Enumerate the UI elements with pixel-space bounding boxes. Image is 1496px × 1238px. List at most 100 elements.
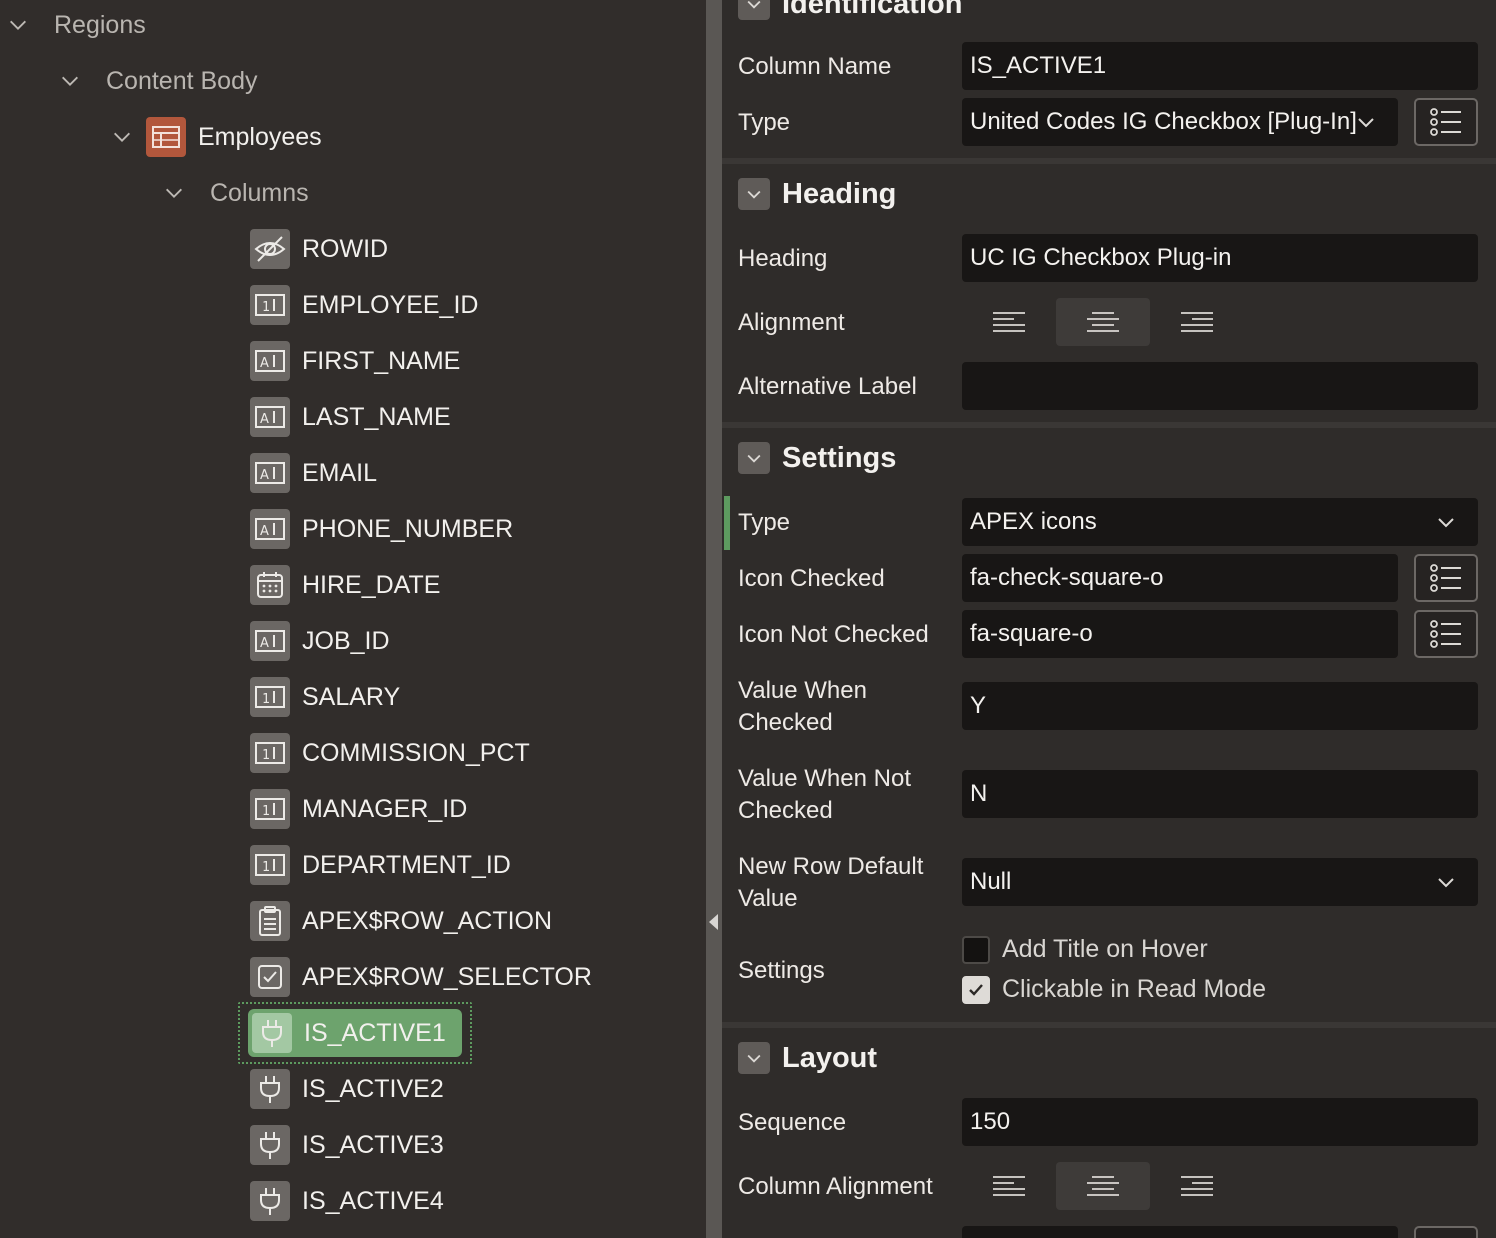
svg-text:1: 1 <box>262 692 270 707</box>
new-row-default-select[interactable]: Null <box>962 858 1478 906</box>
column-alignment-label: Column Alignment <box>738 1173 933 1200</box>
tree-node-label: HIRE_DATE <box>302 570 441 599</box>
plugin-icon <box>250 1181 290 1221</box>
tree-node-column[interactable]: IS_ACTIVE2 <box>250 1065 444 1113</box>
tree-node-content-body[interactable]: Content Body <box>56 57 258 105</box>
clickable-in-read-mode-option[interactable]: Clickable in Read Mode <box>962 975 1266 1004</box>
tree-node-column[interactable]: A EMAIL <box>250 449 377 497</box>
column-name-label: Column Name <box>738 53 892 80</box>
alternative-label-input[interactable] <box>962 362 1478 410</box>
next-property-input[interactable] <box>962 1226 1398 1238</box>
tree-node-employees-region[interactable]: Employees <box>108 113 322 161</box>
icon-checked-lov-button[interactable] <box>1414 554 1478 602</box>
panel-splitter[interactable] <box>706 0 722 1238</box>
svg-text:A: A <box>260 636 269 651</box>
icon-not-checked-label: Icon Not Checked <box>738 621 929 648</box>
icon-not-checked-lov-button[interactable] <box>1414 610 1478 658</box>
chevron-down-icon[interactable] <box>108 123 136 151</box>
tree-node-regions[interactable]: Regions <box>4 1 146 49</box>
tree-node-column[interactable]: 1 EMPLOYEE_ID <box>250 281 478 329</box>
tree-node-columns[interactable]: Columns <box>160 169 309 217</box>
svg-text:1: 1 <box>262 300 270 315</box>
section-layout[interactable]: Layout <box>722 1026 1496 1090</box>
tree-node-column[interactable]: ROWID <box>250 225 388 273</box>
section-settings[interactable]: Settings <box>722 426 1496 490</box>
tree-node-column[interactable]: 1 COMMISSION_PCT <box>250 729 530 777</box>
section-identification[interactable]: Identification <box>722 0 1496 36</box>
align-center-icon <box>1087 1176 1119 1196</box>
value-when-not-checked-input[interactable]: N <box>962 770 1478 818</box>
tree-node-column[interactable]: 1 SALARY <box>250 673 400 721</box>
icon-not-checked-input[interactable]: fa-square-o <box>962 610 1398 658</box>
label-line: Value When <box>738 677 867 704</box>
add-title-checkbox[interactable] <box>962 935 990 964</box>
row-action-icon <box>250 901 290 941</box>
component-tree: Regions Content Body Employees Columns R… <box>0 0 706 1238</box>
tree-node-column[interactable]: 1 MANAGER_ID <box>250 785 467 833</box>
chevron-down-icon[interactable] <box>4 11 32 39</box>
type-select-value: United Codes IG Checkbox [Plug-In] <box>970 108 1357 135</box>
interactive-grid-icon <box>146 117 186 157</box>
chevron-down-icon[interactable] <box>738 178 770 210</box>
tree-node-column[interactable]: IS_ACTIVE1 <box>238 1002 472 1064</box>
value-when-checked-input[interactable]: Y <box>962 682 1478 730</box>
clickable-checkbox[interactable] <box>962 975 990 1004</box>
section-title: Settings <box>782 441 897 474</box>
align-right-icon <box>1181 1176 1213 1196</box>
icon-checked-value: fa-check-square-o <box>970 564 1164 591</box>
plugin-icon <box>250 1125 290 1165</box>
current-property-indicator <box>724 496 730 550</box>
tree-node-column[interactable]: HIRE_DATE <box>250 561 440 609</box>
sequence-value: 150 <box>970 1108 1011 1135</box>
tree-node-label: FIRST_NAME <box>302 346 461 375</box>
align-right-button[interactable] <box>1150 298 1244 346</box>
tree-node-column[interactable]: APEX$ROW_ACTION <box>250 897 552 945</box>
tree-node-label: EMAIL <box>302 458 378 487</box>
align-center-button[interactable] <box>1056 298 1150 346</box>
plugin-icon <box>252 1013 292 1053</box>
chevron-down-icon[interactable] <box>160 179 188 207</box>
align-left-button[interactable] <box>962 298 1056 346</box>
tree-node-label: COMMISSION_PCT <box>302 738 530 767</box>
chevron-down-icon[interactable] <box>738 0 770 20</box>
text-field-icon: A <box>250 397 290 437</box>
tree-node-column[interactable]: A LAST_NAME <box>250 393 451 441</box>
tree-node-column[interactable]: 1 DEPARTMENT_ID <box>250 841 511 889</box>
tree-node-column[interactable]: A JOB_ID <box>250 617 390 665</box>
tree-node-column[interactable]: A FIRST_NAME <box>250 337 460 385</box>
icon-checked-input[interactable]: fa-check-square-o <box>962 554 1398 602</box>
chevron-down-icon[interactable] <box>56 67 84 95</box>
next-property-lov-button[interactable] <box>1414 1226 1478 1238</box>
svg-text:A: A <box>260 468 269 483</box>
settings-type-value: APEX icons <box>970 508 1097 535</box>
column-name-input[interactable]: IS_ACTIVE1 <box>962 42 1478 90</box>
chevron-down-icon[interactable] <box>738 442 770 474</box>
svg-text:1: 1 <box>262 804 270 819</box>
plugin-icon <box>250 1069 290 1109</box>
tree-node-label: ROWID <box>302 234 389 263</box>
align-left-button[interactable] <box>962 1162 1056 1210</box>
heading-input[interactable]: UC IG Checkbox Plug-in <box>962 234 1478 282</box>
add-title-on-hover-option[interactable]: Add Title on Hover <box>962 935 1208 964</box>
icon-checked-label: Icon Checked <box>738 565 885 592</box>
heading-label: Heading <box>738 245 828 272</box>
align-center-button[interactable] <box>1056 1162 1150 1210</box>
tree-node-label: Regions <box>54 10 146 39</box>
list-of-values-button[interactable] <box>1414 98 1478 146</box>
text-field-icon: A <box>250 341 290 381</box>
type-select[interactable]: United Codes IG Checkbox [Plug-In] <box>962 98 1398 146</box>
settings-type-select[interactable]: APEX icons <box>962 498 1478 546</box>
column-alignment-radio-group <box>962 1162 1244 1210</box>
tree-node-column[interactable]: A PHONE_NUMBER <box>250 505 513 553</box>
sequence-input[interactable]: 150 <box>962 1098 1478 1146</box>
tree-node-column[interactable]: IS_ACTIVE4 <box>250 1177 444 1225</box>
svg-text:1: 1 <box>262 748 270 763</box>
section-heading[interactable]: Heading <box>722 162 1496 226</box>
tree-node-column[interactable]: APEX$ROW_SELECTOR <box>250 953 592 1001</box>
align-right-button[interactable] <box>1150 1162 1244 1210</box>
tree-node-column[interactable]: IS_ACTIVE3 <box>250 1121 444 1169</box>
collapse-arrow-icon[interactable] <box>709 914 718 930</box>
chevron-down-icon[interactable] <box>738 1042 770 1074</box>
tree-node-label: Content Body <box>106 66 258 95</box>
chevron-down-icon <box>1438 518 1454 528</box>
